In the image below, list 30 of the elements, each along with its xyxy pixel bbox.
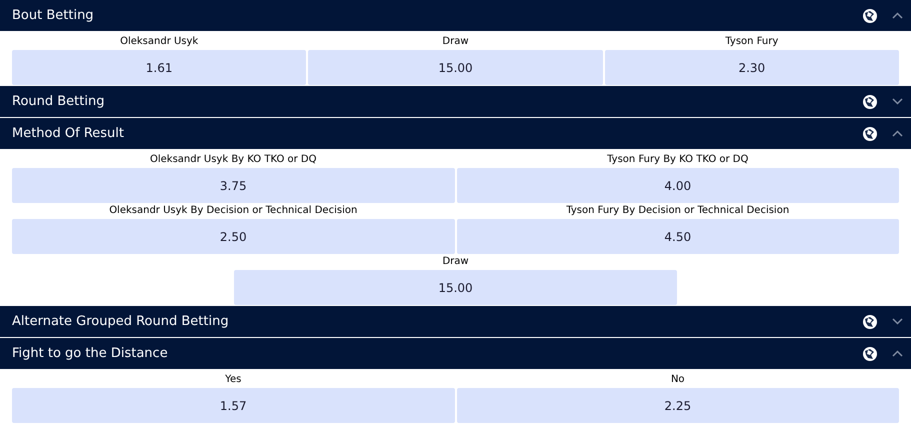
selection-label: Yes: [224, 373, 242, 386]
market-header[interactable]: Alternate Grouped Round Betting: [0, 306, 911, 338]
odds-button[interactable]: 4.00: [456, 168, 899, 203]
selection-label: Draw: [441, 35, 470, 48]
odds-button[interactable]: 2.25: [456, 388, 899, 423]
market-title: Method Of Result: [12, 124, 125, 143]
odds-button[interactable]: 2.50: [12, 219, 454, 254]
selection-label: Oleksandr Usyk: [119, 35, 200, 48]
market-header[interactable]: Bout Betting: [0, 0, 911, 32]
market-header[interactable]: Method Of Result: [0, 118, 911, 150]
market-title: Fight to go the Distance: [12, 344, 169, 363]
odds-button[interactable]: 4.50: [456, 219, 899, 254]
market-header[interactable]: Round Betting: [0, 86, 911, 118]
market-title: Round Betting: [12, 92, 106, 111]
selection-label: Oleksandr Usyk By KO TKO or DQ: [149, 153, 318, 166]
selection-label: Tyson Fury By KO TKO or DQ: [606, 153, 750, 166]
odds-button[interactable]: 15.00: [234, 270, 677, 305]
market-title: Alternate Grouped Round Betting: [12, 312, 230, 331]
market-title: Bout Betting: [12, 6, 95, 25]
odds-button[interactable]: 3.75: [12, 168, 454, 203]
selection-label: Tyson Fury By Decision or Technical Decision: [565, 204, 790, 217]
market-header[interactable]: Fight to go the Distance: [0, 338, 911, 370]
selection-label: Tyson Fury: [724, 35, 780, 48]
selection-label: Draw: [441, 255, 470, 268]
odds-button[interactable]: 1.61: [12, 50, 306, 85]
odds-button[interactable]: 15.00: [308, 50, 603, 85]
selection-label: No: [670, 373, 686, 386]
odds-button[interactable]: 2.30: [604, 50, 899, 85]
selection-label: Oleksandr Usyk By Decision or Technical Decision: [108, 204, 358, 217]
odds-button[interactable]: 1.57: [12, 388, 454, 423]
